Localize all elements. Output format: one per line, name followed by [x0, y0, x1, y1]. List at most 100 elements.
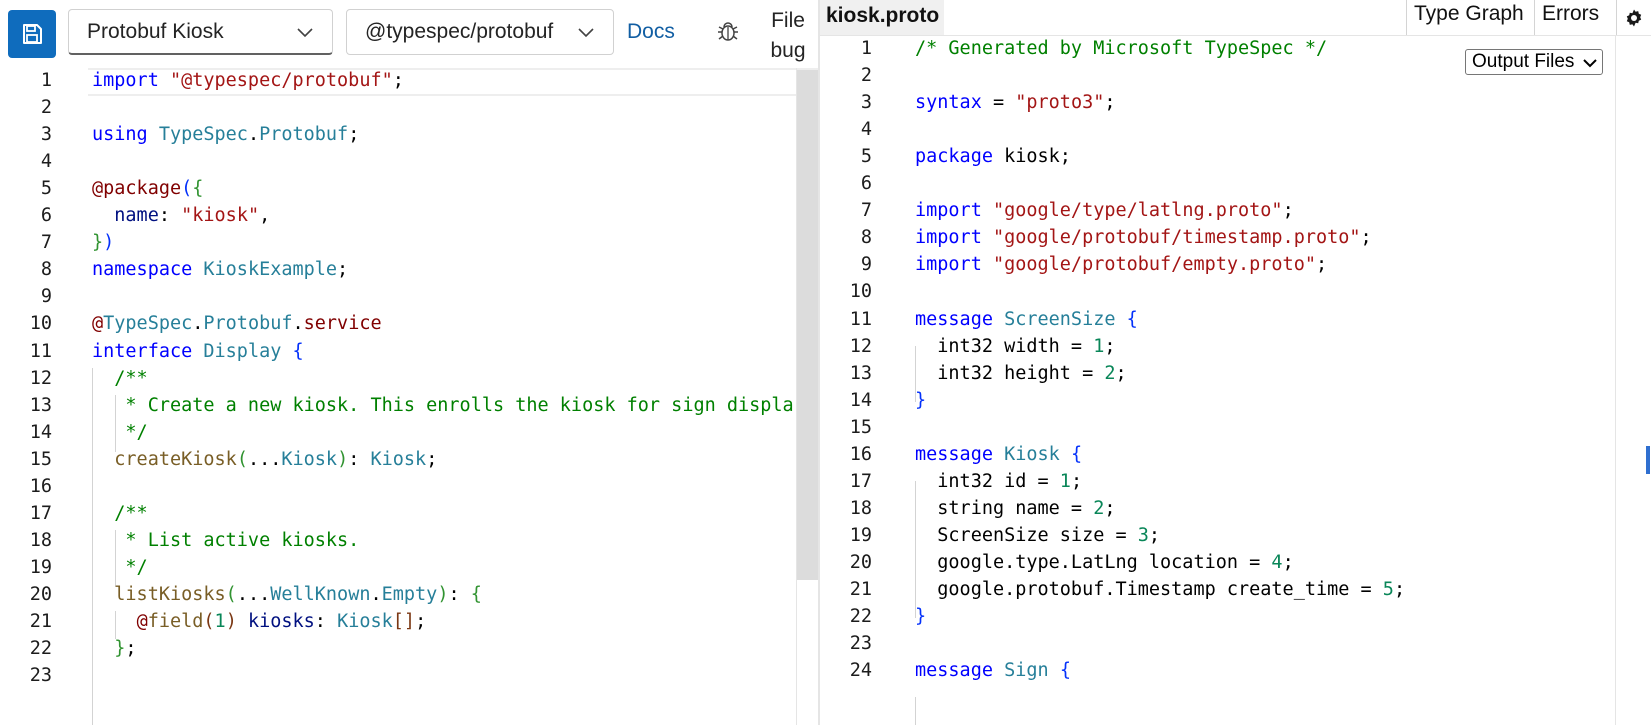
line-number: 17 — [849, 470, 872, 492]
code-token: ) — [225, 611, 237, 632]
bug-button[interactable] — [715, 18, 743, 46]
code-token: . — [192, 313, 204, 335]
line-number: 23 — [29, 665, 52, 687]
code-token: TypeSpec — [103, 313, 193, 335]
settings-button[interactable] — [1616, 0, 1651, 35]
code-token: = — [981, 92, 1016, 114]
code-token: field — [147, 611, 204, 632]
code-token: ; — [125, 638, 137, 660]
line-number: 14 — [29, 421, 52, 443]
gear-icon — [1626, 9, 1642, 26]
code-token: 2 — [1104, 362, 1116, 384]
code-token: : — [348, 448, 371, 470]
code-token: Kiosk — [281, 448, 338, 470]
output-files-select[interactable]: Output Files — [1465, 49, 1603, 75]
code-token: Protobuf — [259, 124, 349, 146]
code-token: 4 — [1271, 551, 1283, 573]
code-text: ScreenSize size = 3; — [915, 525, 1160, 546]
code-text: interface Display { — [92, 341, 304, 362]
code-token: ; — [1315, 254, 1328, 276]
code-token: /* Generated by Microsoft TypeSpec */ — [915, 38, 1328, 59]
sample-select[interactable]: Protobuf Kiosk — [68, 9, 333, 55]
code-token: ) — [103, 232, 115, 254]
code-token: ( — [236, 448, 248, 470]
output-tabbar: kiosk.proto Type Graph Errors — [820, 0, 1651, 36]
line-number: 24 — [849, 660, 872, 682]
code-token: using — [92, 124, 148, 146]
code-token: Kiosk — [337, 611, 393, 632]
code-token: package — [915, 146, 993, 168]
tab-type-graph[interactable]: Type Graph — [1406, 0, 1534, 35]
code-token: 1 — [1059, 470, 1071, 492]
code-token: Display — [203, 340, 282, 362]
indent-guide — [915, 697, 916, 725]
code-token: google.type.LatLng location = — [915, 551, 1272, 573]
left-scrollbar-thumb[interactable] — [797, 70, 818, 580]
line-number: 2 — [40, 97, 52, 119]
code-token: . — [292, 313, 304, 335]
code-text: /** — [92, 502, 148, 524]
code-text: message Kiosk { — [915, 444, 1082, 465]
code-token: ; — [337, 259, 349, 281]
code-text: int32 height = 2; — [915, 362, 1126, 384]
proto-output-viewer[interactable]: 1 /* Generated by Microsoft TypeSpec */ 2 3… — [820, 36, 1615, 725]
chevron-down-icon — [578, 28, 594, 38]
code-token: * Create a new kiosk. This enrolls the k… — [114, 394, 794, 416]
line-number: 13 — [849, 362, 872, 384]
code-token: /** — [114, 502, 148, 524]
line-number: 15 — [29, 448, 52, 470]
code-text: @package({ — [92, 178, 203, 199]
code-token: : — [158, 205, 182, 227]
line-number: 1 — [860, 38, 872, 59]
line-number: 9 — [860, 254, 872, 276]
code-text: } — [915, 606, 926, 627]
save-button[interactable] — [8, 10, 56, 58]
code-token: service — [303, 313, 382, 335]
line-number: 7 — [40, 232, 52, 254]
line-number: 16 — [29, 475, 52, 497]
line-number: 11 — [849, 308, 872, 330]
line-number: 3 — [860, 92, 872, 114]
bug-icon — [718, 22, 738, 41]
line-number: 5 — [860, 146, 872, 168]
code-token: { — [1126, 308, 1138, 330]
file-bug-button[interactable]: File bug — [766, 6, 810, 66]
playground-toolbar: Protobuf Kiosk @typespec/protobuf Docs F… — [0, 0, 818, 68]
code-token: Protobuf — [203, 313, 293, 335]
code-token: ... — [247, 448, 282, 470]
code-token: message — [915, 660, 993, 682]
code-text: import "google/protobuf/timestamp.proto"… — [915, 227, 1372, 248]
docs-link[interactable]: Docs — [627, 20, 675, 44]
line-number: 1 — [40, 70, 52, 91]
code-token: 2 — [1093, 497, 1105, 519]
code-token: ; — [1104, 497, 1116, 519]
tab-errors[interactable]: Errors — [1534, 0, 1616, 35]
line-number: 14 — [849, 389, 872, 411]
line-number: 19 — [849, 524, 872, 546]
line-number: 5 — [40, 178, 52, 200]
code-text: int32 width = 1; — [915, 336, 1115, 357]
typespec-editor[interactable]: 1 import "@typespec/protobuf"; 2 3 using Typ… — [0, 68, 818, 725]
line-number: 10 — [849, 281, 872, 303]
code-token: ; — [392, 70, 404, 91]
code-token: ; — [1282, 200, 1294, 222]
code-text: import "google/protobuf/empty.proto"; — [915, 254, 1327, 275]
code-token: TypeSpec — [158, 124, 248, 146]
code-token: import — [92, 70, 159, 91]
emitter-select[interactable]: @typespec/protobuf — [346, 9, 614, 55]
code-token: { — [1059, 660, 1071, 682]
line-number: 7 — [860, 200, 872, 222]
code-text: }) — [92, 232, 114, 253]
code-token: createKiosk — [114, 448, 237, 470]
tab-kiosk-proto[interactable]: kiosk.proto — [820, 0, 944, 35]
code-token: { — [292, 340, 304, 362]
sample-select-value: Protobuf Kiosk — [87, 19, 224, 43]
code-text: namespace KioskExample; — [92, 259, 348, 280]
code-token: ; — [426, 448, 438, 470]
